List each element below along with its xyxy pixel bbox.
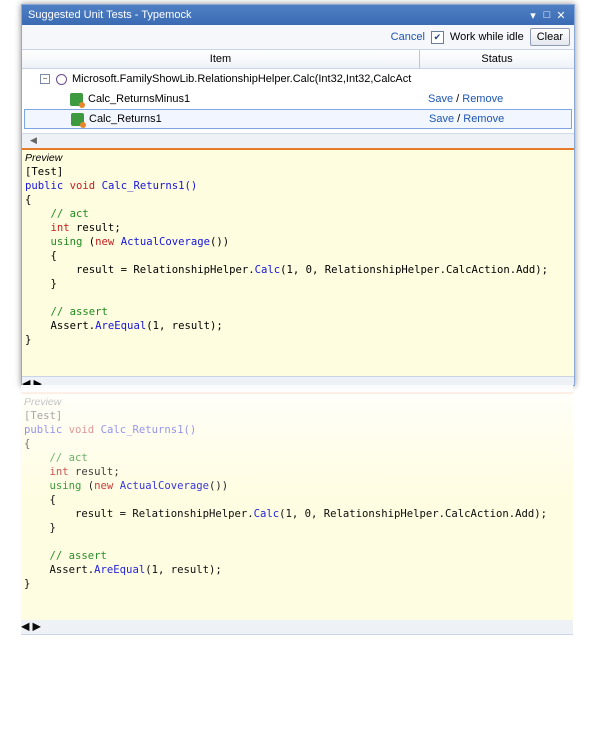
code-text: (1, 0, RelationshipHelper.CalcAction.Add… [279,508,548,520]
save-link[interactable]: Save [429,113,454,125]
code-keyword: using [50,236,83,248]
test-icon [71,112,86,128]
column-status[interactable]: Status [420,50,574,68]
code-brace: { [24,438,31,450]
code-attr: [Test] [25,166,64,178]
code-comment: // assert [49,550,107,562]
maximize-icon[interactable]: □ [540,9,554,21]
test-row-selected[interactable]: Calc_Returns1 Save / Remove [24,109,572,129]
toolbar: Cancel ✔ Work while idle Clear [22,25,574,50]
code-comment: // act [50,208,89,220]
code-text: result = RelationshipHelper. [76,264,255,276]
code-keyword: void [68,424,95,436]
code-brace: } [24,578,31,590]
work-while-idle-label: Work while idle [449,31,524,43]
clear-button[interactable]: Clear [529,28,570,46]
code-text: result; [75,466,120,478]
code-text: result; [76,222,121,234]
code-keyword: public [24,424,63,436]
code-text: result = RelationshipHelper. [75,508,254,520]
code-method-name: AreEqual [95,320,147,332]
work-while-idle-checkbox[interactable]: ✔ [430,30,444,44]
tree-horizontal-scrollbar[interactable]: ◀ [22,133,574,148]
scroll-left-icon[interactable]: ◀ [30,135,37,146]
code-brace: { [25,194,32,206]
remove-link[interactable]: Remove [463,113,504,125]
code-text: ()) [209,480,229,492]
column-header: Item Status [22,50,574,69]
suggested-unit-tests-window: Suggested Unit Tests - Typemock ▾ □ ✕ Ca… [21,4,575,386]
preview-heading: Preview [25,152,63,164]
code-text: (1, 0, RelationshipHelper.CalcAction.Add… [280,264,549,276]
test-actions: Save / Remove [429,113,504,125]
reflection-preview: Preview [Test] public void Calc_Returns1(… [21,394,573,620]
code-method-name: Calc_Returns1() [101,180,198,192]
collapse-icon[interactable]: − [40,74,50,84]
code-comment: // act [49,452,88,464]
code-keyword: new [95,236,115,248]
code-brace: } [49,522,56,534]
title-bar: Suggested Unit Tests - Typemock ▾ □ ✕ [22,5,574,25]
tree-parent-row[interactable]: − Microsoft.FamilyShowLib.RelationshipHe… [22,69,574,89]
code-attr: [Test] [24,410,63,422]
code-type: ActualCoverage [120,236,210,248]
test-actions: Save / Remove [428,93,503,105]
test-name: Calc_ReturnsMinus1 [88,93,191,105]
method-icon [56,73,67,85]
code-keyword: using [49,480,82,492]
reflection-content: ◀ ▶ Preview [Test] public void Calc_Retur… [21,392,573,635]
code-text: Assert. [50,320,96,332]
cancel-link[interactable]: Cancel [391,31,425,43]
action-separator: / [454,113,464,125]
test-name: Calc_Returns1 [89,113,162,125]
code-keyword: new [94,480,114,492]
parent-method-label: Microsoft.FamilyShowLib.RelationshipHelp… [72,73,412,85]
action-separator: / [453,93,463,105]
code-method-name: Calc [253,508,280,520]
code-method-name: AreEqual [94,564,146,576]
code-brace: { [50,250,57,262]
test-icon [70,92,85,108]
code-method-name: Calc_Returns1() [100,424,197,436]
save-link[interactable]: Save [428,93,453,105]
dropdown-icon[interactable]: ▾ [526,9,540,22]
scroll-left-icon: ◀ [21,621,30,633]
code-brace: { [49,494,56,506]
code-text: (1, result); [145,564,222,576]
code-keyword: int [49,466,69,478]
close-icon[interactable]: ✕ [554,9,568,22]
code-brace: } [25,334,32,346]
code-method-name: Calc [254,264,281,276]
code-keyword: int [50,222,70,234]
remove-link[interactable]: Remove [462,93,503,105]
window-title: Suggested Unit Tests - Typemock [28,9,192,21]
code-text: Assert. [49,564,95,576]
code-keyword: void [69,180,96,192]
code-text: (1, result); [146,320,223,332]
test-row[interactable]: Calc_ReturnsMinus1 Save / Remove [22,89,574,109]
column-item[interactable]: Item [22,50,420,68]
window-reflection: ◀ ▶ Preview [Test] public void Calc_Retur… [21,385,573,635]
reflection-scrollbar: ◀ ▶ [21,620,573,635]
code-keyword: public [25,180,64,192]
code-text: ()) [210,236,230,248]
code-type: ActualCoverage [119,480,209,492]
code-comment: // assert [50,306,108,318]
code-brace: } [50,278,57,290]
preview-pane: Preview [Test] public void Calc_Returns1(… [22,150,574,376]
scroll-right-icon: ▶ [32,621,41,633]
preview-heading: Preview [24,396,62,408]
